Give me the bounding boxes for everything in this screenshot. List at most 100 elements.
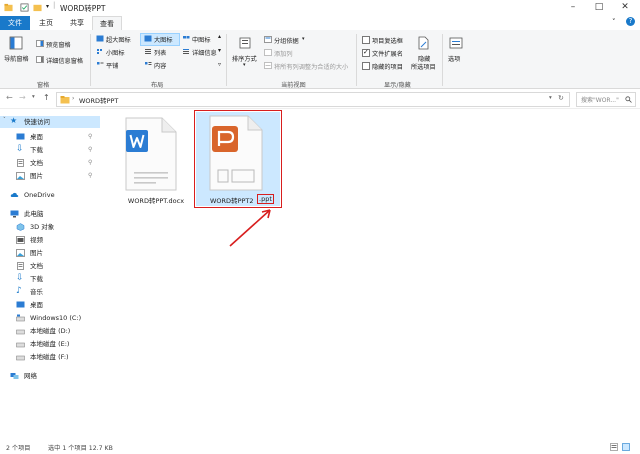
search-icon xyxy=(625,96,632,103)
folder-icon xyxy=(60,96,70,104)
up-icon[interactable]: ↑ xyxy=(43,93,50,102)
content-icon xyxy=(145,62,152,65)
selection-info: 选中 1 个项目 12.7 KB xyxy=(48,445,113,452)
documents-icon xyxy=(17,262,24,270)
options-label: 选项 xyxy=(448,56,461,63)
computer-icon xyxy=(10,210,19,218)
extra-large-icons-icon xyxy=(96,35,104,42)
tab-file[interactable]: 文件 xyxy=(0,16,30,30)
drive-icon xyxy=(16,342,25,348)
options-button[interactable]: 选项 xyxy=(446,34,468,74)
forward-icon[interactable]: → xyxy=(19,93,26,102)
group-by-button[interactable]: 分组依据 xyxy=(274,36,299,45)
file-item-docx[interactable]: WORD转PPT.docx xyxy=(114,112,198,208)
documents-icon xyxy=(17,159,24,167)
back-icon[interactable]: ← xyxy=(6,93,13,102)
layout-extra-large[interactable]: 超大图标 xyxy=(106,35,131,44)
address-dropdown-icon[interactable]: ▾ xyxy=(549,95,552,101)
recent-locations-icon[interactable]: ▾ xyxy=(32,94,35,100)
network-icon xyxy=(10,373,19,379)
pictures-icon xyxy=(16,172,25,180)
details-icon xyxy=(183,49,189,54)
music-icon: ♪ xyxy=(16,286,22,296)
file-extensions-checkbox[interactable]: ✓ xyxy=(362,48,370,57)
expand-chevron-icon[interactable]: ˅ xyxy=(3,117,6,123)
word-document-icon xyxy=(125,117,177,191)
hidden-items-checkbox[interactable] xyxy=(362,62,370,70)
ribbon-separator xyxy=(226,34,227,86)
layout-content[interactable]: 内容 xyxy=(154,61,166,70)
breadcrumb-chevron-icon[interactable]: › xyxy=(72,95,74,102)
highlight-box xyxy=(194,110,282,208)
collapse-ribbon-icon[interactable]: ˅ xyxy=(612,18,616,26)
download-icon: ⇩ xyxy=(16,273,24,283)
show-hide-group-label: 显示/隐藏 xyxy=(384,82,411,89)
desktop-icon xyxy=(16,301,25,308)
sort-by-button[interactable]: 排序方式 ▾ xyxy=(230,34,262,74)
quick-access-dropdown-icon[interactable]: ▾ xyxy=(46,3,49,10)
tab-home[interactable]: 主页 xyxy=(30,16,62,30)
gallery-scroll-up-icon[interactable]: ▴ xyxy=(218,33,221,40)
layout-large[interactable]: 大图标 xyxy=(154,35,173,44)
preview-pane-button[interactable]: 预览窗格 xyxy=(46,40,71,49)
gallery-scroll-down-icon[interactable]: ▾ xyxy=(218,47,221,54)
large-icons-view-icon[interactable] xyxy=(622,443,630,451)
hide-selected-icon xyxy=(418,36,429,50)
file-extensions-label: 文件扩展名 xyxy=(372,51,403,58)
layout-tiles[interactable]: 平铺 xyxy=(106,61,118,70)
maximize-icon[interactable]: □ xyxy=(594,2,604,12)
hide-selected-button[interactable]: 隐藏 所选项目 xyxy=(408,34,438,76)
ribbon-separator xyxy=(356,34,357,86)
breadcrumb-current[interactable]: WORD转PPT xyxy=(79,95,118,105)
sort-dropdown-icon: ▾ xyxy=(243,62,246,68)
gallery-expand-icon[interactable]: ▿ xyxy=(218,61,221,68)
tiles-icon xyxy=(97,62,104,65)
refresh-icon[interactable]: ↻ xyxy=(558,94,564,102)
search-placeholder: 搜索"WOR..." xyxy=(581,97,619,104)
pin-icon: ⚲ xyxy=(88,159,93,166)
address-input[interactable]: › WORD转PPT ▾ ↻ xyxy=(56,92,570,107)
folder-icon xyxy=(4,3,13,12)
tab-view[interactable]: 查看 xyxy=(92,16,122,31)
pin-icon: ⚲ xyxy=(88,133,93,140)
layout-list[interactable]: 列表 xyxy=(154,48,166,57)
pin-icon: ⚲ xyxy=(88,172,93,179)
help-icon[interactable]: ? xyxy=(626,17,635,26)
tab-share[interactable]: 共享 xyxy=(62,16,92,30)
checkmark-icon: ✓ xyxy=(363,48,369,56)
group-by-dropdown-icon[interactable]: ▾ xyxy=(302,36,305,42)
layout-group-label: 布局 xyxy=(151,82,164,89)
fit-columns-button[interactable]: 将所有列调整为合适的大小 xyxy=(274,62,348,71)
windows-drive-icon xyxy=(16,314,25,322)
pin-icon: ⚲ xyxy=(88,146,93,153)
close-icon[interactable]: ✕ xyxy=(620,2,630,12)
new-folder-icon[interactable] xyxy=(33,3,42,12)
file-list: WORD转PPT.docx WORD转PPT2 .ppt xyxy=(110,110,640,436)
desktop-icon xyxy=(16,133,25,140)
medium-icons-icon xyxy=(183,36,190,39)
large-icons-icon xyxy=(144,35,152,42)
item-checkboxes-checkbox[interactable] xyxy=(362,36,370,44)
search-input[interactable]: 搜索"WOR..." xyxy=(576,92,636,107)
layout-details[interactable]: 详细信息 xyxy=(192,48,217,57)
navigation-pane: ˅ ★ 快速访问 桌面 ⚲ ⇩ 下载 ⚲ 文档 ⚲ 图片 ⚲ OneDrive … xyxy=(0,110,110,436)
3d-objects-icon xyxy=(16,223,25,231)
properties-icon[interactable] xyxy=(20,3,29,12)
details-pane-button[interactable]: 详细信息窗格 xyxy=(46,56,83,65)
sort-icon xyxy=(239,37,251,49)
minimize-icon[interactable]: – xyxy=(568,2,578,12)
drive-icon xyxy=(16,329,25,335)
nav-pane-button[interactable]: 导航窗格 xyxy=(4,34,30,74)
layout-gallery: 超大图标 大图标 中图标 小图标 列表 详细信息 平铺 内容 ▴ ▾ ▿ xyxy=(94,33,224,77)
drive-icon xyxy=(16,355,25,361)
small-icons-icon xyxy=(97,49,102,54)
videos-icon xyxy=(16,236,25,244)
nav-pane-label: 导航窗格 xyxy=(4,56,29,63)
layout-medium[interactable]: 中图标 xyxy=(192,35,211,44)
add-columns-button[interactable]: 添加列 xyxy=(274,49,293,58)
layout-small[interactable]: 小图标 xyxy=(106,48,125,57)
current-view-group-label: 当前视图 xyxy=(281,82,306,89)
hidden-items-label: 隐藏的项目 xyxy=(372,64,403,71)
details-view-icon[interactable] xyxy=(610,443,618,451)
ribbon-separator xyxy=(442,34,443,86)
